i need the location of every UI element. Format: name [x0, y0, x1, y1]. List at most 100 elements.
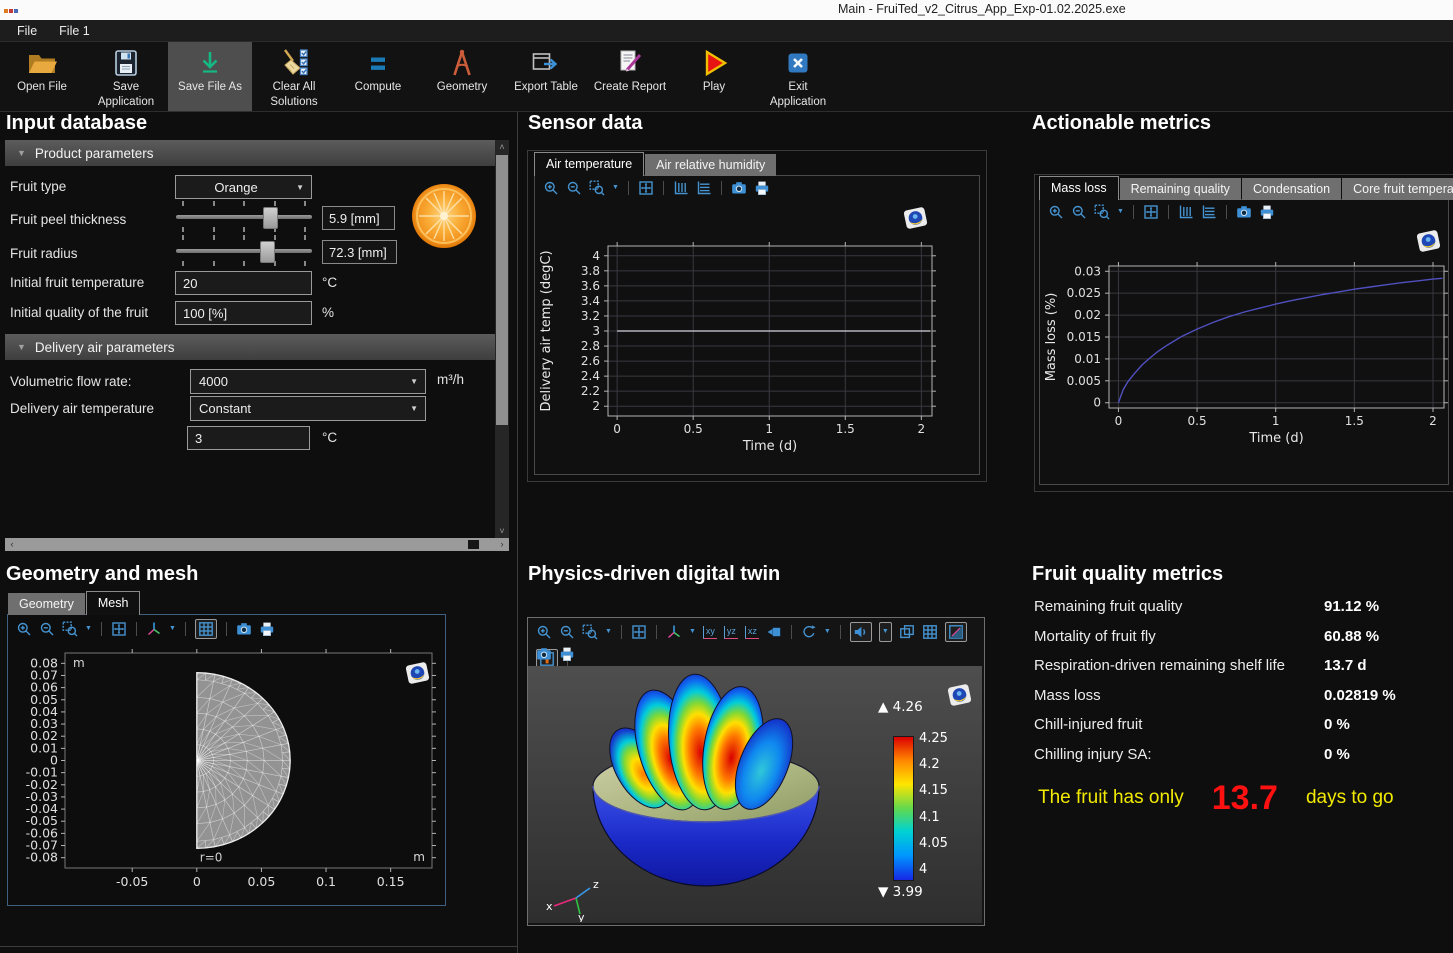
- toolbar-button[interactable]: Create Report: [588, 42, 672, 111]
- gridmesh-icon[interactable]: [922, 624, 938, 640]
- zoom-in-icon[interactable]: [536, 624, 552, 640]
- twin-viewport[interactable]: ▲ 4.26 4.254.24.154.14.054 ▼ 3.99 x y z: [528, 666, 982, 923]
- slider-handle[interactable]: [263, 207, 278, 229]
- scene-icon[interactable]: [899, 624, 915, 640]
- grid-v-icon[interactable]: [1178, 204, 1194, 220]
- view-xy-button[interactable]: xy: [703, 626, 717, 639]
- zoom-box-icon[interactable]: [589, 180, 605, 196]
- air-temp-mode-dropdown[interactable]: Constant ▼: [190, 396, 426, 421]
- clip1-icon[interactable]: [948, 624, 964, 640]
- toolbar-button[interactable]: Clear All Solutions: [252, 42, 336, 111]
- axes3d-icon[interactable]: [666, 624, 682, 640]
- zoom-out-icon[interactable]: [566, 180, 582, 196]
- initial-quality-input[interactable]: [175, 301, 312, 325]
- print-icon[interactable]: [754, 180, 770, 196]
- scroll-right-icon[interactable]: ›: [495, 538, 509, 551]
- camera-icon[interactable]: [731, 180, 747, 196]
- chevron-down-icon[interactable]: ▼: [824, 624, 831, 640]
- fruit-radius-slider[interactable]: [176, 235, 312, 267]
- fit-icon[interactable]: [111, 621, 127, 637]
- light-icon[interactable]: [853, 624, 869, 640]
- zoom-box-icon[interactable]: [62, 621, 78, 637]
- scroll-down-icon[interactable]: ˅: [495, 524, 509, 538]
- sensor-tab[interactable]: Air relative humidity: [645, 154, 776, 176]
- view-yz-button[interactable]: yz: [724, 626, 738, 639]
- fruit-radius-value[interactable]: 72.3 [mm]: [322, 240, 397, 264]
- zoom-out-icon[interactable]: [559, 624, 575, 640]
- svg-text:0.5: 0.5: [1188, 414, 1207, 428]
- peel-thickness-slider[interactable]: [176, 201, 312, 233]
- print-icon[interactable]: [259, 621, 275, 637]
- chevron-down-icon[interactable]: ▼: [605, 624, 612, 640]
- svg-text:2.2: 2.2: [581, 384, 600, 398]
- colorbar-tick-label: 4.25: [919, 731, 948, 746]
- grid-h-icon[interactable]: [696, 180, 712, 196]
- chevron-down-icon[interactable]: ▼: [612, 180, 619, 196]
- product-parameters-header[interactable]: ▼ Product parameters: [5, 140, 495, 166]
- toolbar-button[interactable]: Play: [672, 42, 756, 111]
- print-icon[interactable]: [559, 646, 575, 662]
- app-logo-icon: [4, 5, 18, 19]
- chevron-down-icon[interactable]: ▼: [1117, 204, 1124, 220]
- camera-icon[interactable]: [236, 621, 252, 637]
- scroll-left-icon[interactable]: ‹: [5, 538, 19, 551]
- menu-item[interactable]: File: [6, 24, 48, 38]
- initial-temp-input[interactable]: [175, 271, 312, 295]
- camera-icon[interactable]: [1236, 204, 1252, 220]
- print-icon[interactable]: [1259, 204, 1275, 220]
- sensor-tab[interactable]: Air temperature: [534, 152, 644, 176]
- scroll-up-icon[interactable]: ˄: [495, 140, 509, 154]
- chevron-down-icon[interactable]: ▼: [689, 624, 696, 640]
- delivery-air-header[interactable]: ▼ Delivery air parameters: [5, 334, 495, 360]
- toolbar-button[interactable]: Exit Application: [756, 42, 840, 111]
- camera-icon[interactable]: [536, 646, 552, 662]
- actionable-tab[interactable]: Core fruit temperature: [1342, 178, 1453, 200]
- peel-thickness-value[interactable]: 5.9 [mm]: [322, 206, 395, 230]
- delivery-temp-input[interactable]: [187, 426, 310, 450]
- actionable-tab[interactable]: Mass loss: [1039, 176, 1119, 200]
- grid-h-icon[interactable]: [1201, 204, 1217, 220]
- toolbar-button[interactable]: Open File: [0, 42, 84, 111]
- menu-item[interactable]: File 1: [48, 24, 101, 38]
- actionable-tab[interactable]: Remaining quality: [1120, 178, 1241, 200]
- chevron-down-icon[interactable]: ▼: [85, 621, 92, 637]
- zoom-in-icon[interactable]: [16, 621, 32, 637]
- zoom-in-icon[interactable]: [543, 180, 559, 196]
- perspective-icon[interactable]: [766, 624, 782, 640]
- flow-rate-dropdown[interactable]: 4000 ▼: [190, 369, 426, 394]
- input-vertical-scrollbar[interactable]: ˄ ˅: [495, 140, 509, 538]
- actionable-tab[interactable]: Condensation: [1242, 178, 1341, 200]
- toolbar-button[interactable]: Compute: [336, 42, 420, 111]
- zoom-box-icon[interactable]: [1094, 204, 1110, 220]
- toolbar-button[interactable]: Geometry: [420, 42, 504, 111]
- view-xz-button[interactable]: xz: [745, 626, 759, 639]
- scrollbar-thumb[interactable]: [468, 540, 479, 549]
- geometry-mesh-tab[interactable]: Mesh: [86, 591, 141, 615]
- zoom-out-icon[interactable]: [1071, 204, 1087, 220]
- window-titlebar[interactable]: Main - FruiTed_v2_Citrus_App_Exp-01.02.2…: [0, 0, 1453, 20]
- fit-icon[interactable]: [638, 180, 654, 196]
- input-horizontal-scrollbar[interactable]: ‹ ›: [5, 538, 509, 551]
- svg-text:0.01: 0.01: [1074, 352, 1101, 366]
- scrollbar-thumb[interactable]: [496, 155, 508, 425]
- toolbar-button[interactable]: Save Application: [84, 42, 168, 111]
- chevron-down-icon[interactable]: ▼: [169, 621, 176, 637]
- toolbar-separator: [621, 625, 622, 639]
- zoom-in-icon[interactable]: [1048, 204, 1064, 220]
- toolbar-button[interactable]: Save File As: [168, 42, 252, 111]
- fit-icon[interactable]: [1143, 204, 1159, 220]
- slider-handle[interactable]: [260, 241, 275, 263]
- toolbar-button[interactable]: Export Table: [504, 42, 588, 111]
- chevron-down-icon[interactable]: ▼: [882, 624, 889, 640]
- grid-v-icon[interactable]: [673, 180, 689, 196]
- main-toolbar: Open File Save Application Save File As …: [0, 41, 1453, 112]
- fit-icon[interactable]: [631, 624, 647, 640]
- gridmesh-icon[interactable]: [198, 621, 214, 637]
- toolbar-separator: [1168, 205, 1169, 219]
- rotate-icon[interactable]: [801, 624, 817, 640]
- geometry-mesh-tab[interactable]: Geometry: [8, 593, 85, 615]
- axes3d-icon[interactable]: [146, 621, 162, 637]
- fruit-type-dropdown[interactable]: Orange ▼: [175, 175, 312, 199]
- zoom-out-icon[interactable]: [39, 621, 55, 637]
- zoom-box-icon[interactable]: [582, 624, 598, 640]
